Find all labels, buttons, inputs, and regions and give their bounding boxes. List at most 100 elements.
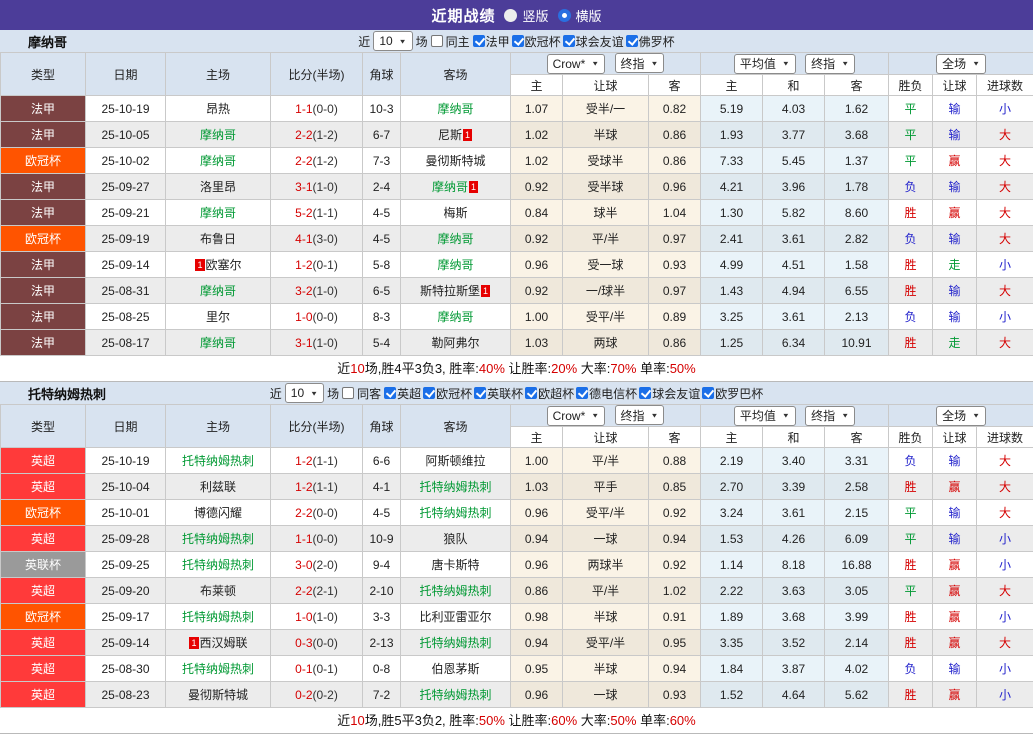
checkbox-checked-icon[interactable] <box>626 35 638 47</box>
match-count-select[interactable]: 10▼ <box>373 31 412 51</box>
home-team-cell: 博德闪耀 <box>166 500 271 526</box>
checkbox-checked-icon[interactable] <box>512 35 524 47</box>
checkbox-checked-icon[interactable] <box>525 387 537 399</box>
league-filter-球会友谊[interactable]: 球会友谊 <box>639 385 700 402</box>
result-outcome: 胜 <box>889 330 933 356</box>
same-venue-checkbox[interactable] <box>342 387 354 399</box>
corner-cell: 0-8 <box>363 656 401 682</box>
layout-radio-vertical[interactable]: 竖版 <box>504 6 548 25</box>
league-filter-欧冠杯[interactable]: 欧冠杯 <box>512 33 561 50</box>
checkbox-checked-icon[interactable] <box>702 387 714 399</box>
match-row: 英超25-10-04利兹联1-2(1-1)4-1托特纳姆热刺1.03平手0.85… <box>1 474 1033 500</box>
result-handicap: 赢 <box>933 630 977 656</box>
avg-draw: 5.82 <box>763 200 825 226</box>
radio-unchecked-icon[interactable] <box>504 9 517 22</box>
corner-cell: 6-5 <box>363 278 401 304</box>
summary-row: 近10场,胜4平3负3, 胜率:40% 让胜率:20% 大率:70% 单率:50… <box>0 356 1033 382</box>
team-name-text: 托特纳姆热刺 <box>182 558 254 572</box>
summary-text: 50% <box>610 713 636 728</box>
col-score: 比分(半场) <box>271 53 363 96</box>
home-team-cell: 摩纳哥 <box>166 200 271 226</box>
checkbox-checked-icon[interactable] <box>576 387 588 399</box>
league-filter-佛罗杯[interactable]: 佛罗杯 <box>626 33 675 50</box>
halftime-score: (0-0) <box>313 102 338 116</box>
bookmaker-select[interactable]: Crow*▼ <box>547 406 606 426</box>
avg-time-select[interactable]: 终指▼ <box>805 54 855 74</box>
summary-text: 场,胜4平3负3, 胜率: <box>365 361 479 376</box>
odds-time-select[interactable]: 终指▼ <box>615 405 665 425</box>
radio-checked-icon[interactable] <box>558 9 571 22</box>
away-team-cell: 托特纳姆热刺 <box>401 682 511 708</box>
avg-draw: 3.52 <box>763 630 825 656</box>
team-name-text: 摩纳哥 <box>432 180 468 194</box>
corner-cell: 4-5 <box>363 500 401 526</box>
result-outcome: 平 <box>889 500 933 526</box>
odds-line: 半球 <box>563 604 649 630</box>
avg-select[interactable]: 平均值▼ <box>734 406 796 426</box>
match-count-select[interactable]: 10▼ <box>285 383 324 403</box>
home-team-cell: 托特纳姆热刺 <box>166 448 271 474</box>
result-handicap: 走 <box>933 330 977 356</box>
league-filter-英联杯[interactable]: 英联杯 <box>474 385 523 402</box>
checkbox-checked-icon[interactable] <box>473 35 485 47</box>
team-name-text: 摩纳哥 <box>437 232 473 246</box>
corner-cell: 4-5 <box>363 200 401 226</box>
team-name-text: 比利亚雷亚尔 <box>419 610 491 624</box>
away-team-cell: 摩纳哥1 <box>401 174 511 200</box>
checkbox-checked-icon[interactable] <box>563 35 575 47</box>
result-goals: 小 <box>977 96 1033 122</box>
league-filter-欧冠杯[interactable]: 欧冠杯 <box>423 385 472 402</box>
full-match-select[interactable]: 全场▼ <box>936 406 986 426</box>
avg-select[interactable]: 平均值▼ <box>734 54 796 74</box>
summary-text: 50% <box>479 713 505 728</box>
odds-line: 平手 <box>563 474 649 500</box>
league-filter-法甲[interactable]: 法甲 <box>473 33 510 50</box>
bookmaker-select[interactable]: Crow*▼ <box>547 54 606 74</box>
odds-line: 受半球 <box>563 174 649 200</box>
same-venue-checkbox[interactable] <box>431 35 443 47</box>
away-team-cell: 摩纳哥 <box>401 252 511 278</box>
fulltime-score: 3-1 <box>295 180 312 194</box>
full-match-select[interactable]: 全场▼ <box>936 54 986 74</box>
match-row: 英超25-09-20布莱顿2-2(2-1)2-10托特纳姆热刺0.86平/半1.… <box>1 578 1033 604</box>
team-name-text: 斯特拉斯堡 <box>420 284 480 298</box>
league-filter-球会友谊[interactable]: 球会友谊 <box>563 33 624 50</box>
league-filter-欧罗巴杯[interactable]: 欧罗巴杯 <box>702 385 763 402</box>
odds-time-select[interactable]: 终指▼ <box>615 53 665 73</box>
layout-radio-horizontal[interactable]: 横版 <box>558 6 602 25</box>
match-row: 法甲25-09-21摩纳哥5-2(1-1)4-5梅斯0.84球半1.041.30… <box>1 200 1033 226</box>
avg-home: 1.93 <box>701 122 763 148</box>
odds-away: 0.97 <box>649 226 701 252</box>
corner-cell: 2-10 <box>363 578 401 604</box>
team-name-text: 摩纳哥 <box>200 284 236 298</box>
col-date: 日期 <box>86 53 166 96</box>
checkbox-checked-icon[interactable] <box>423 387 435 399</box>
team-name-text: 摩纳哥 <box>200 128 236 142</box>
odds-line: 平/半 <box>563 578 649 604</box>
checkbox-checked-icon[interactable] <box>639 387 651 399</box>
fulltime-score: 1-2 <box>295 258 312 272</box>
fulltime-score: 3-2 <box>295 284 312 298</box>
avg-draw: 3.77 <box>763 122 825 148</box>
checkbox-checked-icon[interactable] <box>474 387 486 399</box>
col-away: 客场 <box>401 53 511 96</box>
odds-line: 受平/半 <box>563 630 649 656</box>
odds-line: 半球 <box>563 122 649 148</box>
odds-line: 两球半 <box>563 552 649 578</box>
avg-home: 3.35 <box>701 630 763 656</box>
team-name-text: 曼彻斯特城 <box>188 688 248 702</box>
league-filter-label: 佛罗杯 <box>639 33 675 50</box>
league-cell: 英超 <box>1 656 86 682</box>
avg-away: 8.60 <box>825 200 889 226</box>
near-label: 近 <box>358 33 370 50</box>
league-filter-欧超杯[interactable]: 欧超杯 <box>525 385 574 402</box>
avg-time-select[interactable]: 终指▼ <box>805 406 855 426</box>
league-cell: 英超 <box>1 578 86 604</box>
halftime-score: (1-1) <box>313 480 338 494</box>
league-filter-英超[interactable]: 英超 <box>384 385 421 402</box>
match-row: 英超25-09-141西汉姆联0-3(0-0)2-13托特纳姆热刺0.94受平/… <box>1 630 1033 656</box>
league-filter-德电信杯[interactable]: 德电信杯 <box>576 385 637 402</box>
checkbox-checked-icon[interactable] <box>384 387 396 399</box>
result-outcome: 胜 <box>889 630 933 656</box>
score-cell: 1-1(0-0) <box>271 526 363 552</box>
